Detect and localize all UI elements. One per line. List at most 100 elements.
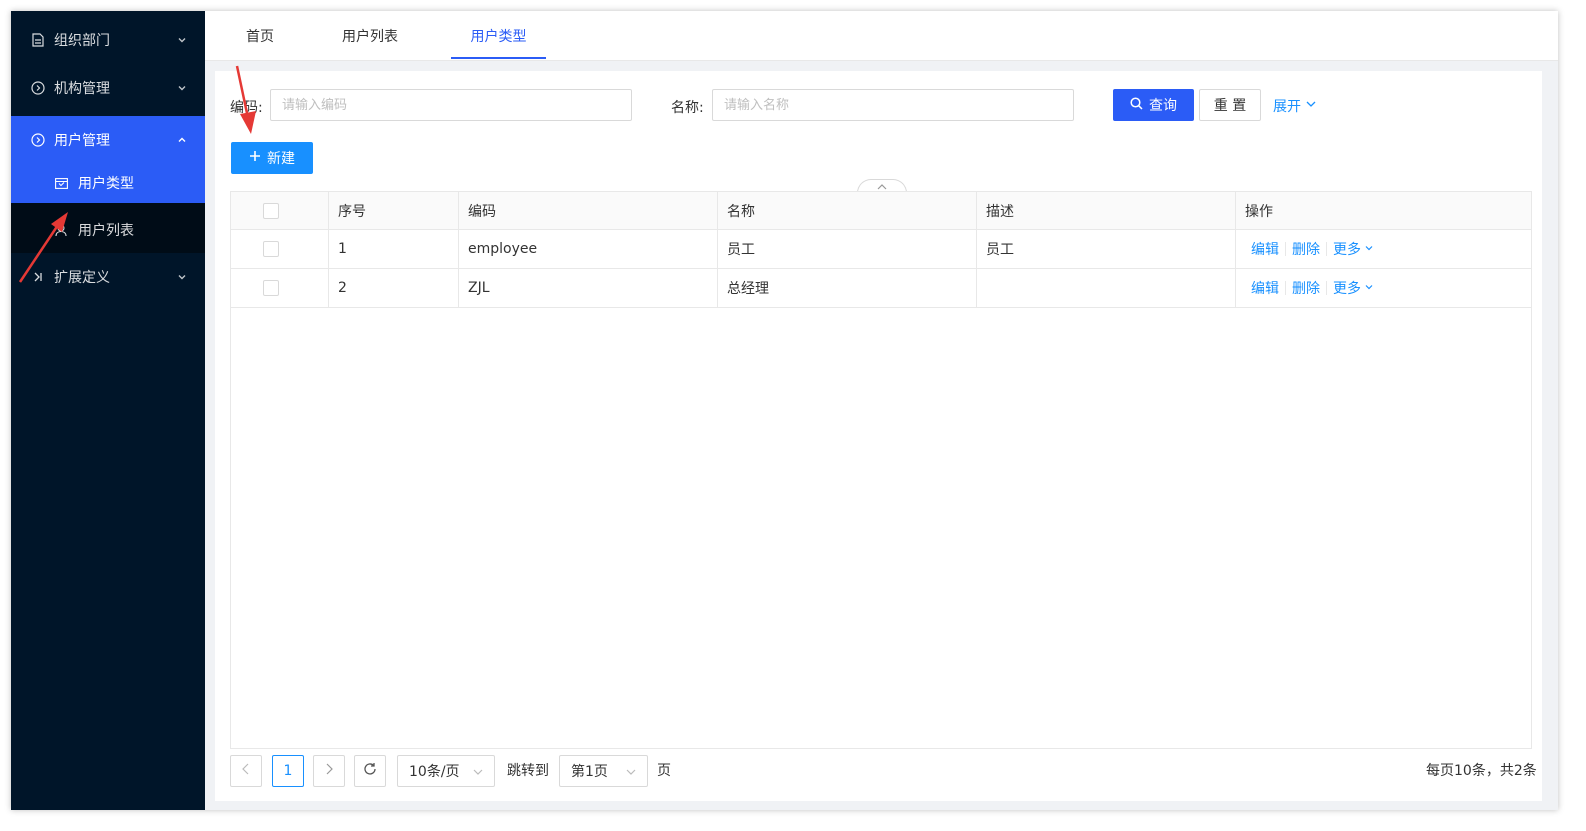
chevron-down-icon bbox=[625, 766, 637, 782]
cell-index: 1 bbox=[329, 230, 459, 268]
divider bbox=[1326, 242, 1327, 256]
edit-link[interactable]: 编辑 bbox=[1251, 239, 1279, 259]
sidebar-item-extension[interactable]: 扩展定义 bbox=[11, 253, 205, 301]
sidebar-item-label: 组织部门 bbox=[54, 33, 110, 49]
sidebar-item-label: 扩展定义 bbox=[54, 270, 110, 286]
jump-page-value: 第1页 bbox=[571, 764, 608, 780]
new-button-label: 新建 bbox=[267, 151, 295, 167]
query-button[interactable]: 查询 bbox=[1113, 89, 1194, 121]
reset-button[interactable]: 重 置 bbox=[1199, 89, 1261, 121]
table-row: 2 ZJL 总经理 编辑 删除 更多 bbox=[231, 269, 1531, 308]
cell-name: 员工 bbox=[718, 230, 977, 268]
jump-label: 跳转到 bbox=[507, 763, 549, 779]
column-header: 序号 bbox=[329, 192, 459, 229]
divider bbox=[1285, 281, 1286, 295]
tab-user-list[interactable]: 用户列表 bbox=[335, 11, 405, 59]
cell-desc: 员工 bbox=[977, 230, 1236, 268]
chevron-down-icon bbox=[176, 82, 188, 94]
column-header: 操作 bbox=[1245, 203, 1273, 220]
header-checkbox-cell bbox=[231, 192, 329, 229]
sidebar: 组织部门 机构管理 用户管理 用户类型 用户列表 扩展定义 bbox=[11, 11, 205, 810]
page-number: 1 bbox=[283, 763, 293, 779]
sidebar-subitem-label: 用户列表 bbox=[78, 223, 134, 239]
expand-label: 展开 bbox=[1273, 99, 1301, 115]
code-input[interactable] bbox=[270, 89, 632, 121]
sidebar-item-org-dept[interactable]: 组织部门 bbox=[11, 16, 205, 64]
cell-code: employee bbox=[459, 230, 718, 268]
page-number-button[interactable]: 1 bbox=[272, 755, 304, 787]
cell-desc bbox=[977, 269, 1236, 307]
expand-link[interactable]: 展开 bbox=[1273, 96, 1317, 116]
sidebar-item-label: 用户管理 bbox=[54, 132, 110, 149]
refresh-icon bbox=[363, 762, 377, 780]
name-input[interactable] bbox=[712, 89, 1074, 121]
chevron-down-icon bbox=[1305, 98, 1317, 114]
calendar-icon bbox=[54, 176, 68, 190]
table-row: 1 employee 员工 员工 编辑 删除 更多 bbox=[231, 230, 1531, 269]
sidebar-item-label: 机构管理 bbox=[54, 81, 110, 97]
page-size-value: 10条/页 bbox=[409, 764, 460, 780]
chevron-down-icon bbox=[472, 766, 484, 782]
page-suffix: 页 bbox=[657, 763, 671, 779]
row-checkbox-cell bbox=[231, 230, 329, 268]
page-size-select[interactable]: 10条/页 bbox=[397, 755, 495, 787]
step-forward-icon bbox=[31, 270, 45, 284]
chevron-down-icon bbox=[176, 34, 188, 46]
select-all-checkbox[interactable] bbox=[263, 202, 279, 219]
sidebar-subitem-user-type[interactable]: 用户类型 bbox=[11, 163, 205, 203]
more-link[interactable]: 更多 bbox=[1333, 239, 1374, 259]
cell-name: 总经理 bbox=[718, 269, 977, 307]
delete-link[interactable]: 删除 bbox=[1292, 239, 1320, 259]
data-table: 序号 编码 名称 描述 操作 1 employee 员工 员工 编辑 删除 更多… bbox=[230, 191, 1532, 749]
search-icon bbox=[1130, 96, 1143, 114]
sidebar-subitem-label: 用户类型 bbox=[78, 176, 134, 192]
app-window: 组织部门 机构管理 用户管理 用户类型 用户列表 扩展定义 首页 用户列表 用户… bbox=[11, 11, 1558, 810]
sidebar-subitem-user-list[interactable]: 用户列表 bbox=[11, 210, 205, 250]
table-header: 序号 编码 名称 描述 操作 bbox=[231, 192, 1531, 230]
circle-chevron-icon bbox=[31, 81, 45, 95]
refresh-button[interactable] bbox=[354, 755, 386, 787]
user-icon bbox=[54, 223, 68, 237]
file-icon bbox=[31, 33, 45, 47]
code-label: 编码: bbox=[230, 100, 263, 116]
column-header: 名称 bbox=[718, 192, 977, 229]
cell-code: ZJL bbox=[459, 269, 718, 307]
tab-bar: 首页 用户列表 用户类型 bbox=[205, 11, 1558, 61]
name-label: 名称: bbox=[671, 100, 704, 116]
cell-index: 2 bbox=[329, 269, 459, 307]
row-checkbox-cell bbox=[231, 269, 329, 307]
chevron-down-icon bbox=[1364, 241, 1374, 257]
sidebar-item-user-mgmt[interactable]: 用户管理 bbox=[11, 116, 205, 163]
tab-label: 首页 bbox=[246, 29, 274, 45]
chevron-down-icon bbox=[1364, 280, 1374, 296]
content-card: 编码: 名称: 查询 重 置 展开 新建 bbox=[215, 71, 1542, 801]
more-link[interactable]: 更多 bbox=[1333, 278, 1374, 298]
delete-link[interactable]: 删除 bbox=[1292, 278, 1320, 298]
tab-user-type[interactable]: 用户类型 bbox=[451, 11, 546, 59]
next-page-button[interactable] bbox=[313, 755, 345, 787]
more-label: 更多 bbox=[1333, 281, 1361, 297]
chevron-left-icon bbox=[241, 763, 251, 779]
chevron-down-icon bbox=[176, 271, 188, 283]
pagination-summary: 每页10条，共2条 bbox=[1426, 763, 1537, 779]
column-header: 编码 bbox=[459, 192, 718, 229]
row-checkbox[interactable] bbox=[263, 280, 279, 296]
prev-page-button[interactable] bbox=[230, 755, 262, 787]
chevron-up-icon bbox=[176, 134, 188, 146]
new-button[interactable]: 新建 bbox=[231, 142, 313, 174]
reset-button-label: 重 置 bbox=[1213, 98, 1247, 114]
edit-link[interactable]: 编辑 bbox=[1251, 278, 1279, 298]
cell-actions: 编辑 删除 更多 bbox=[1236, 230, 1531, 268]
tab-label: 用户类型 bbox=[470, 29, 527, 45]
plus-icon bbox=[249, 150, 261, 166]
cell-actions: 编辑 删除 更多 bbox=[1236, 269, 1531, 307]
jump-page-select[interactable]: 第1页 bbox=[559, 755, 648, 787]
row-checkbox[interactable] bbox=[263, 241, 279, 257]
divider bbox=[1326, 281, 1327, 295]
tab-home[interactable]: 首页 bbox=[235, 11, 285, 59]
tab-label: 用户列表 bbox=[342, 29, 398, 45]
more-label: 更多 bbox=[1333, 242, 1361, 258]
divider bbox=[1285, 242, 1286, 256]
query-button-label: 查询 bbox=[1149, 98, 1177, 114]
sidebar-item-org-mgmt[interactable]: 机构管理 bbox=[11, 64, 205, 112]
